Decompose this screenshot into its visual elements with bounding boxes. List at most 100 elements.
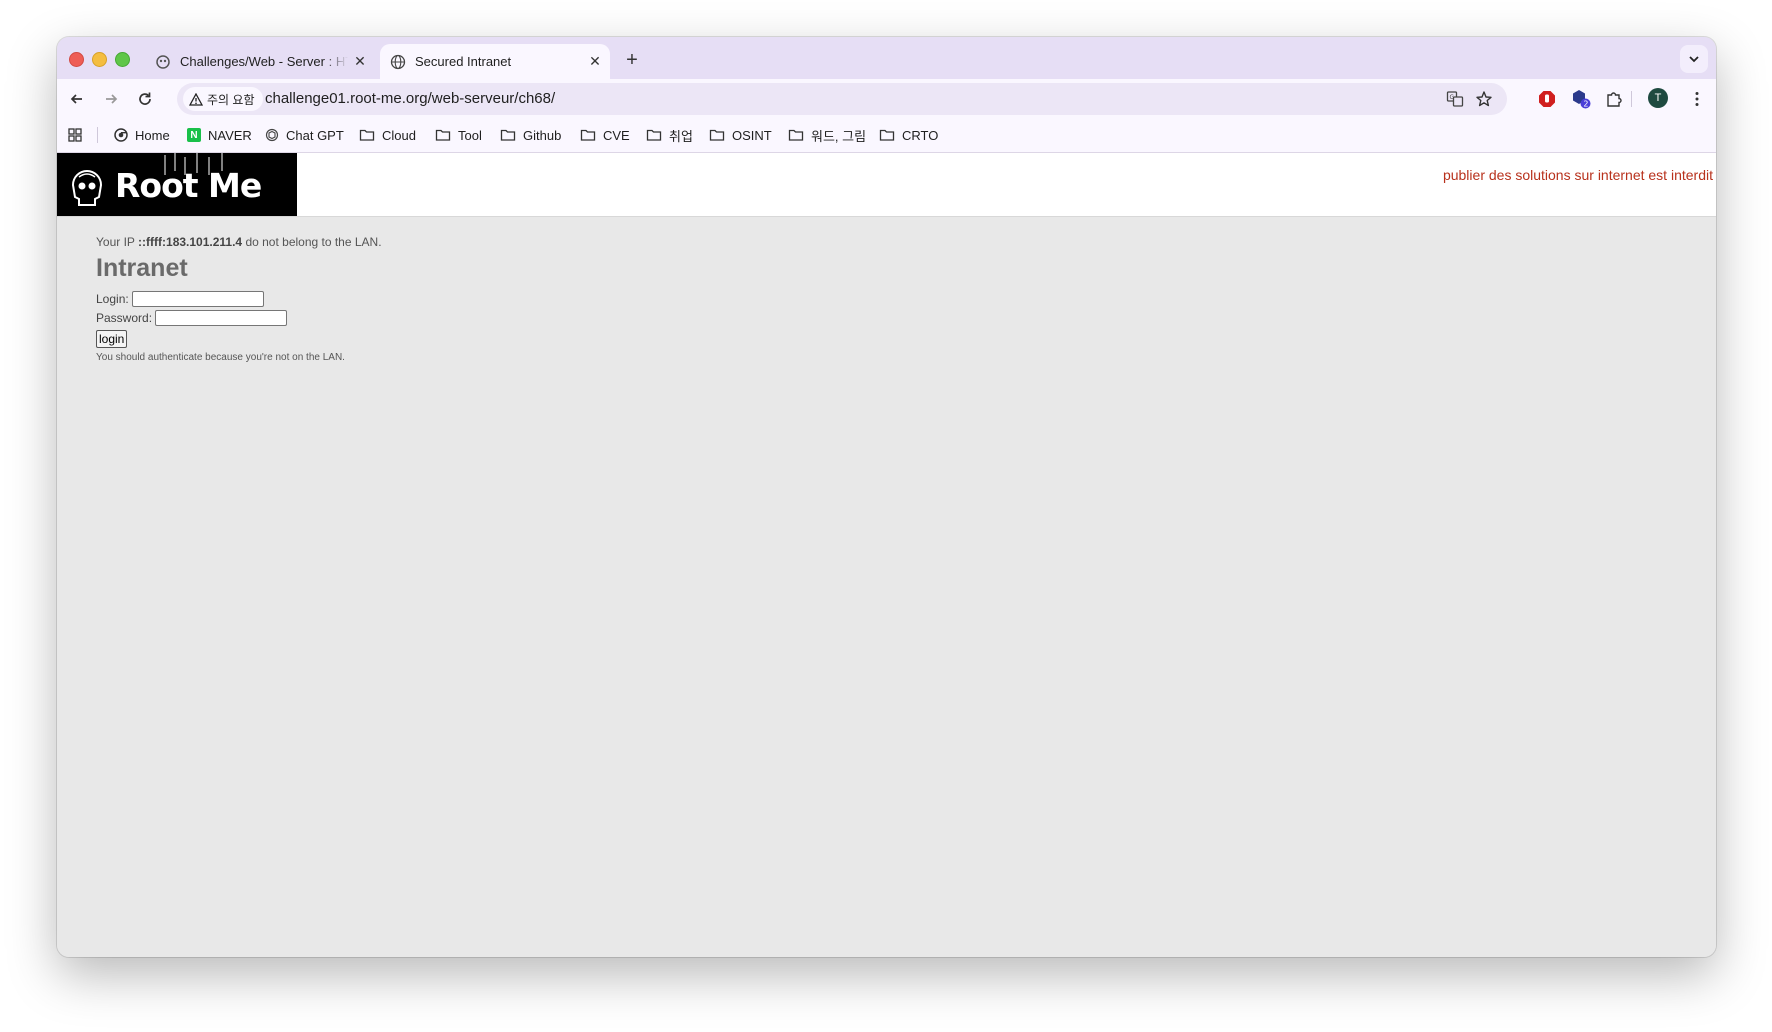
page-title: Intranet	[96, 254, 188, 282]
profile-avatar[interactable]: T	[1648, 88, 1668, 108]
bookmark-label: OSINT	[732, 127, 772, 143]
toolbar-divider	[1631, 91, 1632, 107]
tab-strip: Challenges/Web - Server : HTTP - Headers…	[57, 37, 1716, 79]
tab-title: Challenges/Web - Server : HTTP - Headers	[180, 54, 348, 69]
login-form: Login: Password: login	[96, 289, 382, 348]
bookmark-folder-github[interactable]: Github	[500, 125, 561, 145]
login-button[interactable]: login	[96, 330, 128, 348]
password-row: Password:	[96, 308, 382, 327]
bookmark-naver[interactable]: N NAVER	[187, 125, 252, 145]
auth-note: You should authenticate because you're n…	[96, 352, 345, 363]
extensions-menu-button[interactable]	[1602, 87, 1626, 111]
kebab-menu-icon	[1695, 92, 1699, 106]
logo-text: Root Me	[115, 166, 262, 205]
chrome-icon	[114, 128, 128, 142]
reload-button[interactable]	[133, 87, 157, 111]
folder-icon	[709, 129, 725, 141]
adblock-extension-button[interactable]	[1535, 87, 1559, 111]
login-label: Login:	[96, 291, 129, 306]
folder-icon	[580, 129, 596, 141]
close-tab-icon[interactable]: ✕	[584, 51, 606, 73]
browser-menu-button[interactable]	[1685, 87, 1709, 111]
bookmark-label: CVE	[603, 127, 630, 143]
tab-search-button[interactable]	[1680, 45, 1708, 73]
svg-text:G: G	[1450, 94, 1455, 101]
arrow-right-icon	[106, 94, 118, 104]
bookmark-folder-cloud[interactable]: Cloud	[359, 125, 416, 145]
password-input[interactable]	[155, 309, 288, 326]
page-viewport: Root Me publier des solutions sur intern…	[57, 153, 1716, 957]
login-row: Login:	[96, 289, 382, 308]
intranet-content: Your IP ::ffff:183.101.211.4 do not belo…	[96, 235, 382, 363]
close-window-button[interactable]	[69, 52, 84, 67]
bookmark-folder-cve[interactable]: CVE	[580, 125, 630, 145]
security-warning-chip[interactable]: 주의 요함	[183, 87, 263, 111]
forward-button[interactable]	[99, 87, 123, 111]
naver-icon: N	[187, 128, 201, 142]
extension-button[interactable]: 2	[1569, 87, 1593, 111]
globe-icon	[390, 54, 406, 69]
ip-suffix: do not belong to the LAN.	[242, 235, 382, 249]
bookmark-folder-jobs[interactable]: 취업	[646, 125, 693, 145]
tab-secured-intranet[interactable]: Secured Intranet ✕	[380, 44, 610, 79]
chevron-down-icon	[1689, 56, 1699, 63]
bookmarks-divider	[97, 127, 98, 143]
ip-prefix: Your IP	[96, 235, 139, 249]
warning-triangle-icon	[189, 92, 203, 106]
stop-hand-icon	[1539, 91, 1555, 107]
bookmark-label: 워드, 그림	[811, 128, 867, 144]
bookmark-folder-osint[interactable]: OSINT	[709, 125, 772, 145]
bookmark-folder-word-drawing[interactable]: 워드, 그림	[788, 125, 866, 145]
bookmark-label: 취업	[669, 128, 693, 144]
extension-badge: 2	[1583, 100, 1588, 109]
bookmark-label: Github	[523, 127, 562, 143]
ip-notice: Your IP ::ffff:183.101.211.4 do not belo…	[96, 235, 382, 249]
password-label: Password:	[96, 310, 153, 325]
login-input[interactable]	[131, 290, 264, 307]
security-label: 주의 요함	[207, 92, 255, 107]
root-me-icon	[156, 54, 170, 69]
puzzle-icon	[1607, 92, 1622, 107]
bookmark-label: CRTO	[902, 127, 939, 143]
url-text[interactable]: challenge01.root-me.org/web-serveur/ch68…	[265, 90, 555, 107]
folder-icon	[646, 129, 662, 141]
folder-icon	[435, 129, 451, 141]
ip-address: ::ffff:183.101.211.4	[138, 235, 243, 249]
reload-icon	[139, 92, 151, 105]
site-header: Root Me publier des solutions sur intern…	[57, 153, 1716, 217]
new-tab-button[interactable]: +	[620, 48, 644, 72]
translate-icon: G	[1446, 91, 1464, 107]
root-me-logo[interactable]: Root Me	[57, 153, 297, 216]
bookmark-home[interactable]: Home	[114, 125, 170, 145]
bookmark-label: Cloud	[382, 127, 416, 143]
apps-grid-icon	[68, 128, 82, 142]
address-bar[interactable]: 주의 요함 challenge01.root-me.org/web-serveu…	[177, 83, 1507, 115]
warning-banner: publier des solutions sur internet est i…	[1442, 167, 1713, 183]
bookmark-label: Tool	[458, 127, 482, 143]
bookmark-label: Home	[135, 127, 170, 143]
tab-title: Secured Intranet	[415, 54, 512, 69]
arrow-left-icon	[70, 94, 82, 104]
browser-window: Challenges/Web - Server : HTTP - Headers…	[57, 37, 1716, 957]
bookmark-label: NAVER	[208, 127, 252, 143]
browser-toolbar: 주의 요함 challenge01.root-me.org/web-serveu…	[57, 79, 1716, 119]
bookmark-folder-crto[interactable]: CRTO	[879, 125, 938, 145]
folder-icon	[788, 129, 804, 141]
back-button[interactable]	[65, 87, 89, 111]
bookmark-folder-tool[interactable]: Tool	[435, 125, 482, 145]
close-tab-icon[interactable]: ✕	[349, 51, 371, 73]
openai-icon	[265, 128, 279, 142]
hexagon-icon: 2	[1573, 90, 1591, 109]
maximize-window-button[interactable]	[115, 52, 130, 67]
apps-button[interactable]	[68, 125, 89, 145]
folder-icon	[879, 129, 895, 141]
bookmark-chat-gpt[interactable]: Chat GPT	[265, 125, 344, 145]
bookmark-star-button[interactable]	[1473, 88, 1495, 110]
folder-icon	[500, 129, 516, 141]
minimize-window-button[interactable]	[92, 52, 107, 67]
bookmark-label: Chat GPT	[286, 127, 344, 143]
folder-icon	[359, 129, 375, 141]
translate-button[interactable]: G	[1444, 88, 1466, 110]
star-icon	[1476, 91, 1492, 107]
bookmarks-bar: Home N NAVER Chat GPT Cloud Tool Github	[57, 119, 1716, 153]
